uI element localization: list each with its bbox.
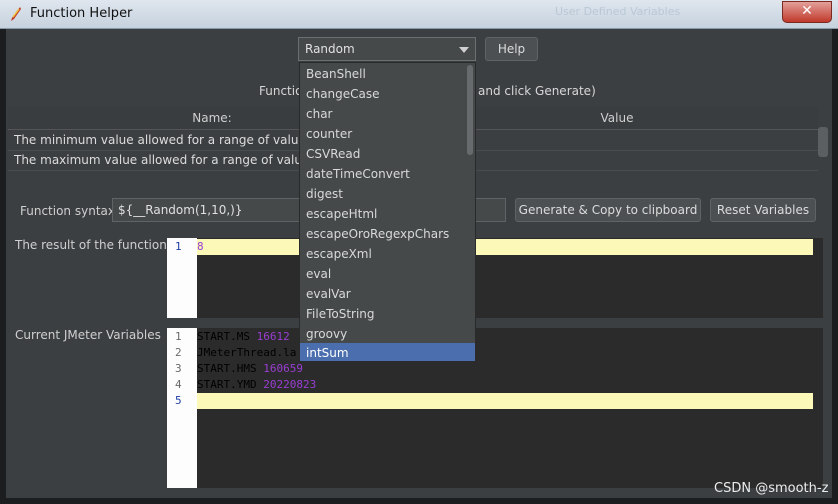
dropdown-item[interactable]: escapeHtml <box>300 204 475 224</box>
dropdown-item[interactable]: CSVRead <box>300 144 475 164</box>
title-bar: Function Helper User Defined Variables ✕ <box>0 0 838 29</box>
dropdown-scrollbar[interactable] <box>467 65 473 155</box>
function-syntax-value: ${__Random(1,10,)} <box>118 203 243 217</box>
param-name: The maximum value allowed for a range of… <box>14 153 316 167</box>
variables-editor[interactable]: 1 2 3 4 5 START.MS 16612 JMeterThread.la… <box>167 328 823 488</box>
variable-line: START.YMD 20220823 <box>197 378 317 391</box>
dropdown-item[interactable]: escapeXml <box>300 244 475 264</box>
help-button[interactable]: Help <box>485 37 538 61</box>
result-label: The result of the function is <box>15 238 181 252</box>
dropdown-item[interactable]: char <box>300 104 475 124</box>
close-icon: ✕ <box>801 3 813 19</box>
close-button[interactable]: ✕ <box>782 1 832 23</box>
generate-copy-button[interactable]: Generate & Copy to clipboard <box>515 198 701 222</box>
dropdown-item[interactable]: escapeOroRegexpChars <box>300 224 475 244</box>
dropdown-item[interactable]: dateTimeConvert <box>300 164 475 184</box>
instruction-text-left: Functio <box>259 84 303 98</box>
variable-line: JMeterThread.la <box>197 346 297 359</box>
param-name: The minimum value allowed for a range of… <box>14 133 313 147</box>
current-line-highlight <box>197 393 813 409</box>
variable-line: START.MS 16612 <box>197 330 290 343</box>
background-window-title: User Defined Variables <box>555 5 681 18</box>
function-dropdown-list[interactable]: BeanShell changeCase char counter CSVRea… <box>299 62 476 362</box>
line-number: 1 <box>175 330 182 343</box>
dropdown-item[interactable]: changeCase <box>300 84 475 104</box>
variable-line: START.HMS 160659 <box>197 362 303 375</box>
function-select-value: Random <box>305 42 355 56</box>
dropdown-item-selected[interactable]: intSum <box>300 343 475 361</box>
line-number: 1 <box>175 240 182 253</box>
result-editor[interactable]: 1 8 <box>167 238 823 318</box>
dropdown-item[interactable]: groovy <box>300 324 475 344</box>
window-title: Function Helper <box>30 6 133 21</box>
variables-label: Current JMeter Variables <box>15 328 161 342</box>
line-number: 3 <box>175 362 182 375</box>
line-number: 4 <box>175 378 182 391</box>
dropdown-item[interactable]: counter <box>300 124 475 144</box>
table-scrollbar[interactable] <box>818 127 828 157</box>
chevron-down-icon[interactable] <box>459 47 469 53</box>
current-line-highlight <box>197 239 813 255</box>
watermark: CSDN @smooth-z <box>714 481 829 496</box>
dropdown-item[interactable]: BeanShell <box>300 64 475 84</box>
dropdown-item[interactable]: digest <box>300 184 475 204</box>
result-line: 8 <box>197 240 204 253</box>
dropdown-item[interactable]: eval <box>300 264 475 284</box>
column-header-value[interactable]: Value <box>416 107 818 130</box>
line-number: 5 <box>175 394 182 407</box>
dropdown-item[interactable]: evalVar <box>300 284 475 304</box>
instruction-text-right: and click Generate) <box>478 84 596 98</box>
line-number-gutter <box>167 238 197 318</box>
feather-app-icon <box>11 7 21 21</box>
line-number: 2 <box>175 346 182 359</box>
function-select[interactable]: Random <box>298 37 476 61</box>
reset-variables-button[interactable]: Reset Variables <box>710 198 816 222</box>
dropdown-item[interactable]: FileToString <box>300 304 475 324</box>
line-number-gutter <box>167 328 197 488</box>
function-syntax-label: Function syntax: <box>20 204 120 218</box>
